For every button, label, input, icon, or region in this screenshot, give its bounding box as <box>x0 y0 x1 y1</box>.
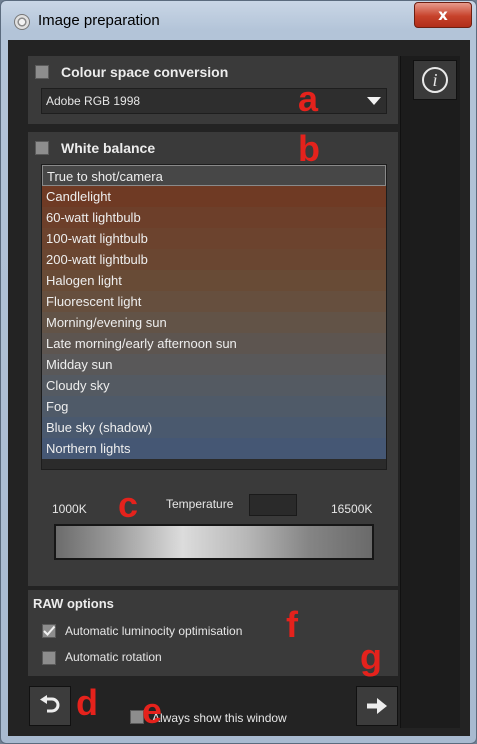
white-balance-item[interactable]: 200-watt lightbulb <box>42 249 386 270</box>
white-balance-item[interactable]: 100-watt lightbulb <box>42 228 386 249</box>
info-icon: i <box>422 67 448 93</box>
annotation-c: c <box>118 484 139 525</box>
arrow-right-icon <box>367 698 387 714</box>
next-button[interactable] <box>356 686 398 726</box>
temperature-min-label: 1000K <box>52 502 87 516</box>
white-balance-item[interactable]: Northern lights <box>42 438 386 459</box>
colour-space-value: Adobe RGB 1998 <box>46 94 141 108</box>
auto-rotation-checkbox[interactable] <box>42 651 56 665</box>
checkmark-icon <box>43 625 56 636</box>
white-balance-label: White balance <box>61 140 156 156</box>
temperature-input[interactable] <box>249 494 297 516</box>
raw-options-title: RAW options <box>33 596 114 611</box>
white-balance-checkbox[interactable] <box>35 141 49 155</box>
annotation-a: a <box>298 78 319 119</box>
white-balance-item[interactable]: Candlelight <box>42 186 386 207</box>
annotation-f: f <box>286 604 298 645</box>
annotation-e: e <box>142 690 163 731</box>
white-balance-item[interactable]: Halogen light <box>42 270 386 291</box>
colour-space-checkbox[interactable] <box>35 65 49 79</box>
window-title: Image preparation <box>38 12 160 29</box>
auto-luminocity-label: Automatic luminocity optimisation <box>65 624 243 638</box>
white-balance-item[interactable]: 60-watt lightbulb <box>42 207 386 228</box>
always-show-label: Always show this window <box>152 711 287 725</box>
temperature-slider[interactable] <box>54 524 374 560</box>
auto-luminocity-checkbox[interactable] <box>42 624 56 638</box>
white-balance-item[interactable]: Morning/evening sun <box>42 312 386 333</box>
white-balance-item[interactable]: Blue sky (shadow) <box>42 417 386 438</box>
side-column <box>400 56 460 728</box>
annotation-d: d <box>76 682 98 723</box>
annotation-b: b <box>298 128 320 169</box>
auto-rotation-label: Automatic rotation <box>65 650 162 664</box>
temperature-label: Temperature <box>166 497 234 511</box>
white-balance-item[interactable]: Late morning/early afternoon sun <box>42 333 386 354</box>
undo-icon <box>40 695 60 713</box>
chevron-down-icon <box>367 97 381 105</box>
close-icon: x <box>438 6 448 24</box>
info-button[interactable]: i <box>413 60 457 100</box>
annotation-g: g <box>360 636 382 677</box>
white-balance-item[interactable]: Midday sun <box>42 354 386 375</box>
back-button[interactable] <box>29 686 71 726</box>
close-button[interactable]: x <box>414 2 472 28</box>
colour-space-label: Colour space conversion <box>61 64 229 80</box>
white-balance-item[interactable]: True to shot/camera <box>42 165 386 186</box>
white-balance-item[interactable]: Fluorescent light <box>42 291 386 312</box>
temperature-max-label: 16500K <box>331 502 373 516</box>
app-icon <box>14 14 30 30</box>
white-balance-item[interactable]: Cloudy sky <box>42 375 386 396</box>
white-balance-item[interactable]: Fog <box>42 396 386 417</box>
